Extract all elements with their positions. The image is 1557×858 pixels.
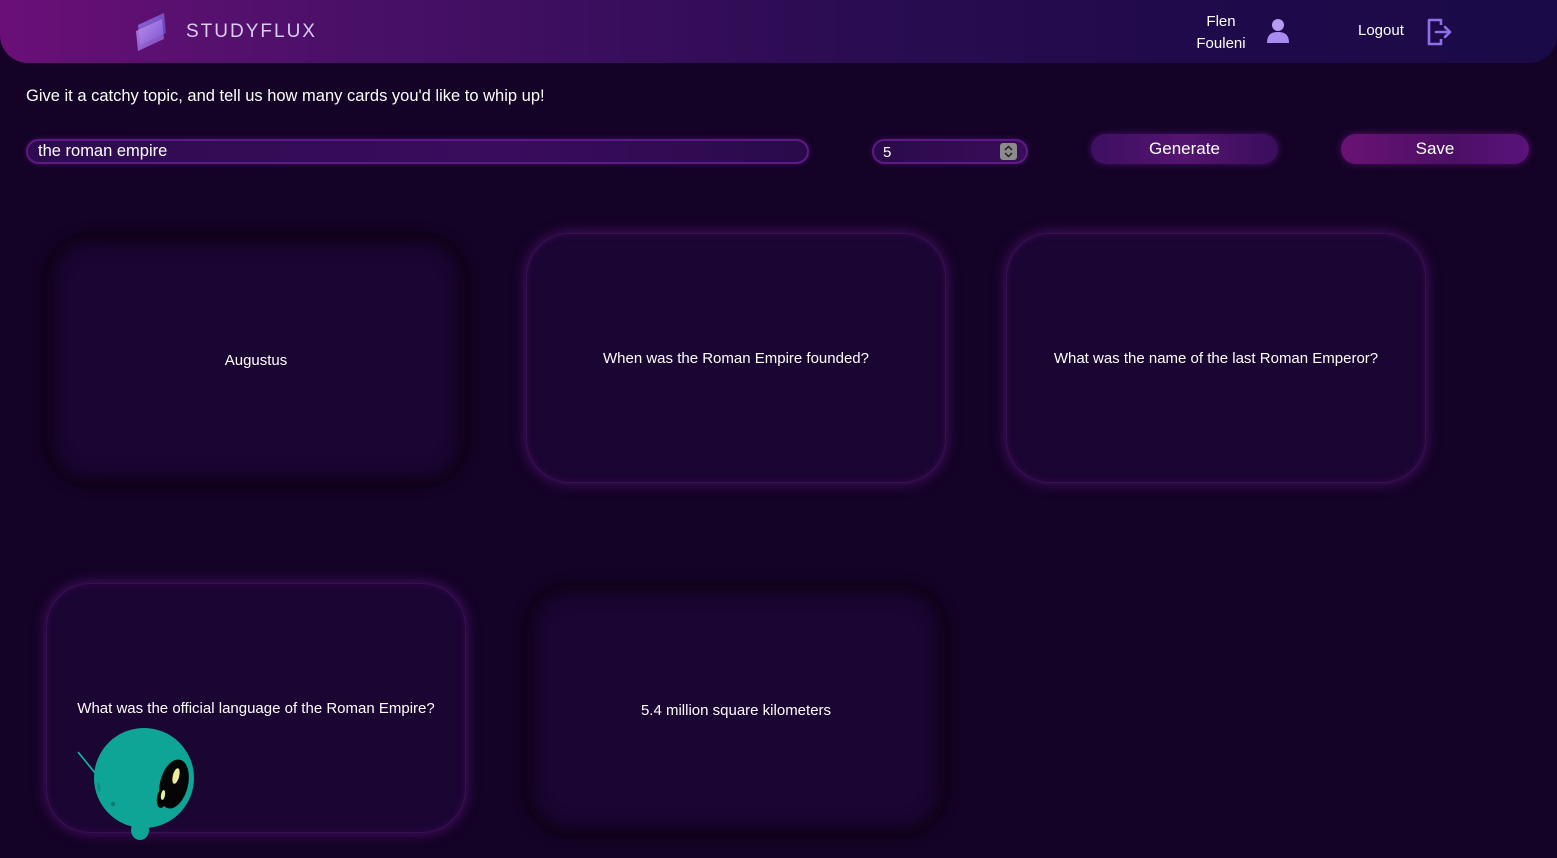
logout-link[interactable]: Logout: [1358, 22, 1404, 39]
user-last-name: Fouleni: [1196, 35, 1246, 52]
logout-icon[interactable]: [1426, 17, 1452, 47]
card-count-input[interactable]: 5: [872, 139, 1028, 164]
flashcard[interactable]: Augustus: [46, 235, 466, 485]
flashcard[interactable]: What was the name of the last Roman Empe…: [1006, 233, 1426, 483]
layers-logo-icon[interactable]: [134, 11, 170, 51]
user-first-name: Flen: [1206, 13, 1236, 30]
generate-button[interactable]: Generate: [1091, 134, 1278, 164]
user-icon[interactable]: [1266, 18, 1290, 44]
top-header: STUDYFLUX Flen Fouleni Logout: [0, 0, 1557, 63]
flashcard[interactable]: When was the Roman Empire founded?: [526, 233, 946, 483]
user-display-name: Flen Fouleni: [1190, 11, 1252, 55]
number-stepper-icon[interactable]: [1000, 143, 1017, 160]
card-count-value[interactable]: 5: [883, 144, 891, 161]
save-button[interactable]: Save: [1341, 134, 1529, 164]
topic-input[interactable]: [26, 139, 809, 164]
alien-mascot-icon[interactable]: [76, 726, 198, 844]
flashcard[interactable]: 5.4 million square kilometers: [526, 585, 946, 835]
brand-name: STUDYFLUX: [186, 21, 317, 42]
page: STUDYFLUX Flen Fouleni Logout Give it a …: [0, 0, 1557, 858]
instructions-text: Give it a catchy topic, and tell us how …: [26, 87, 545, 105]
